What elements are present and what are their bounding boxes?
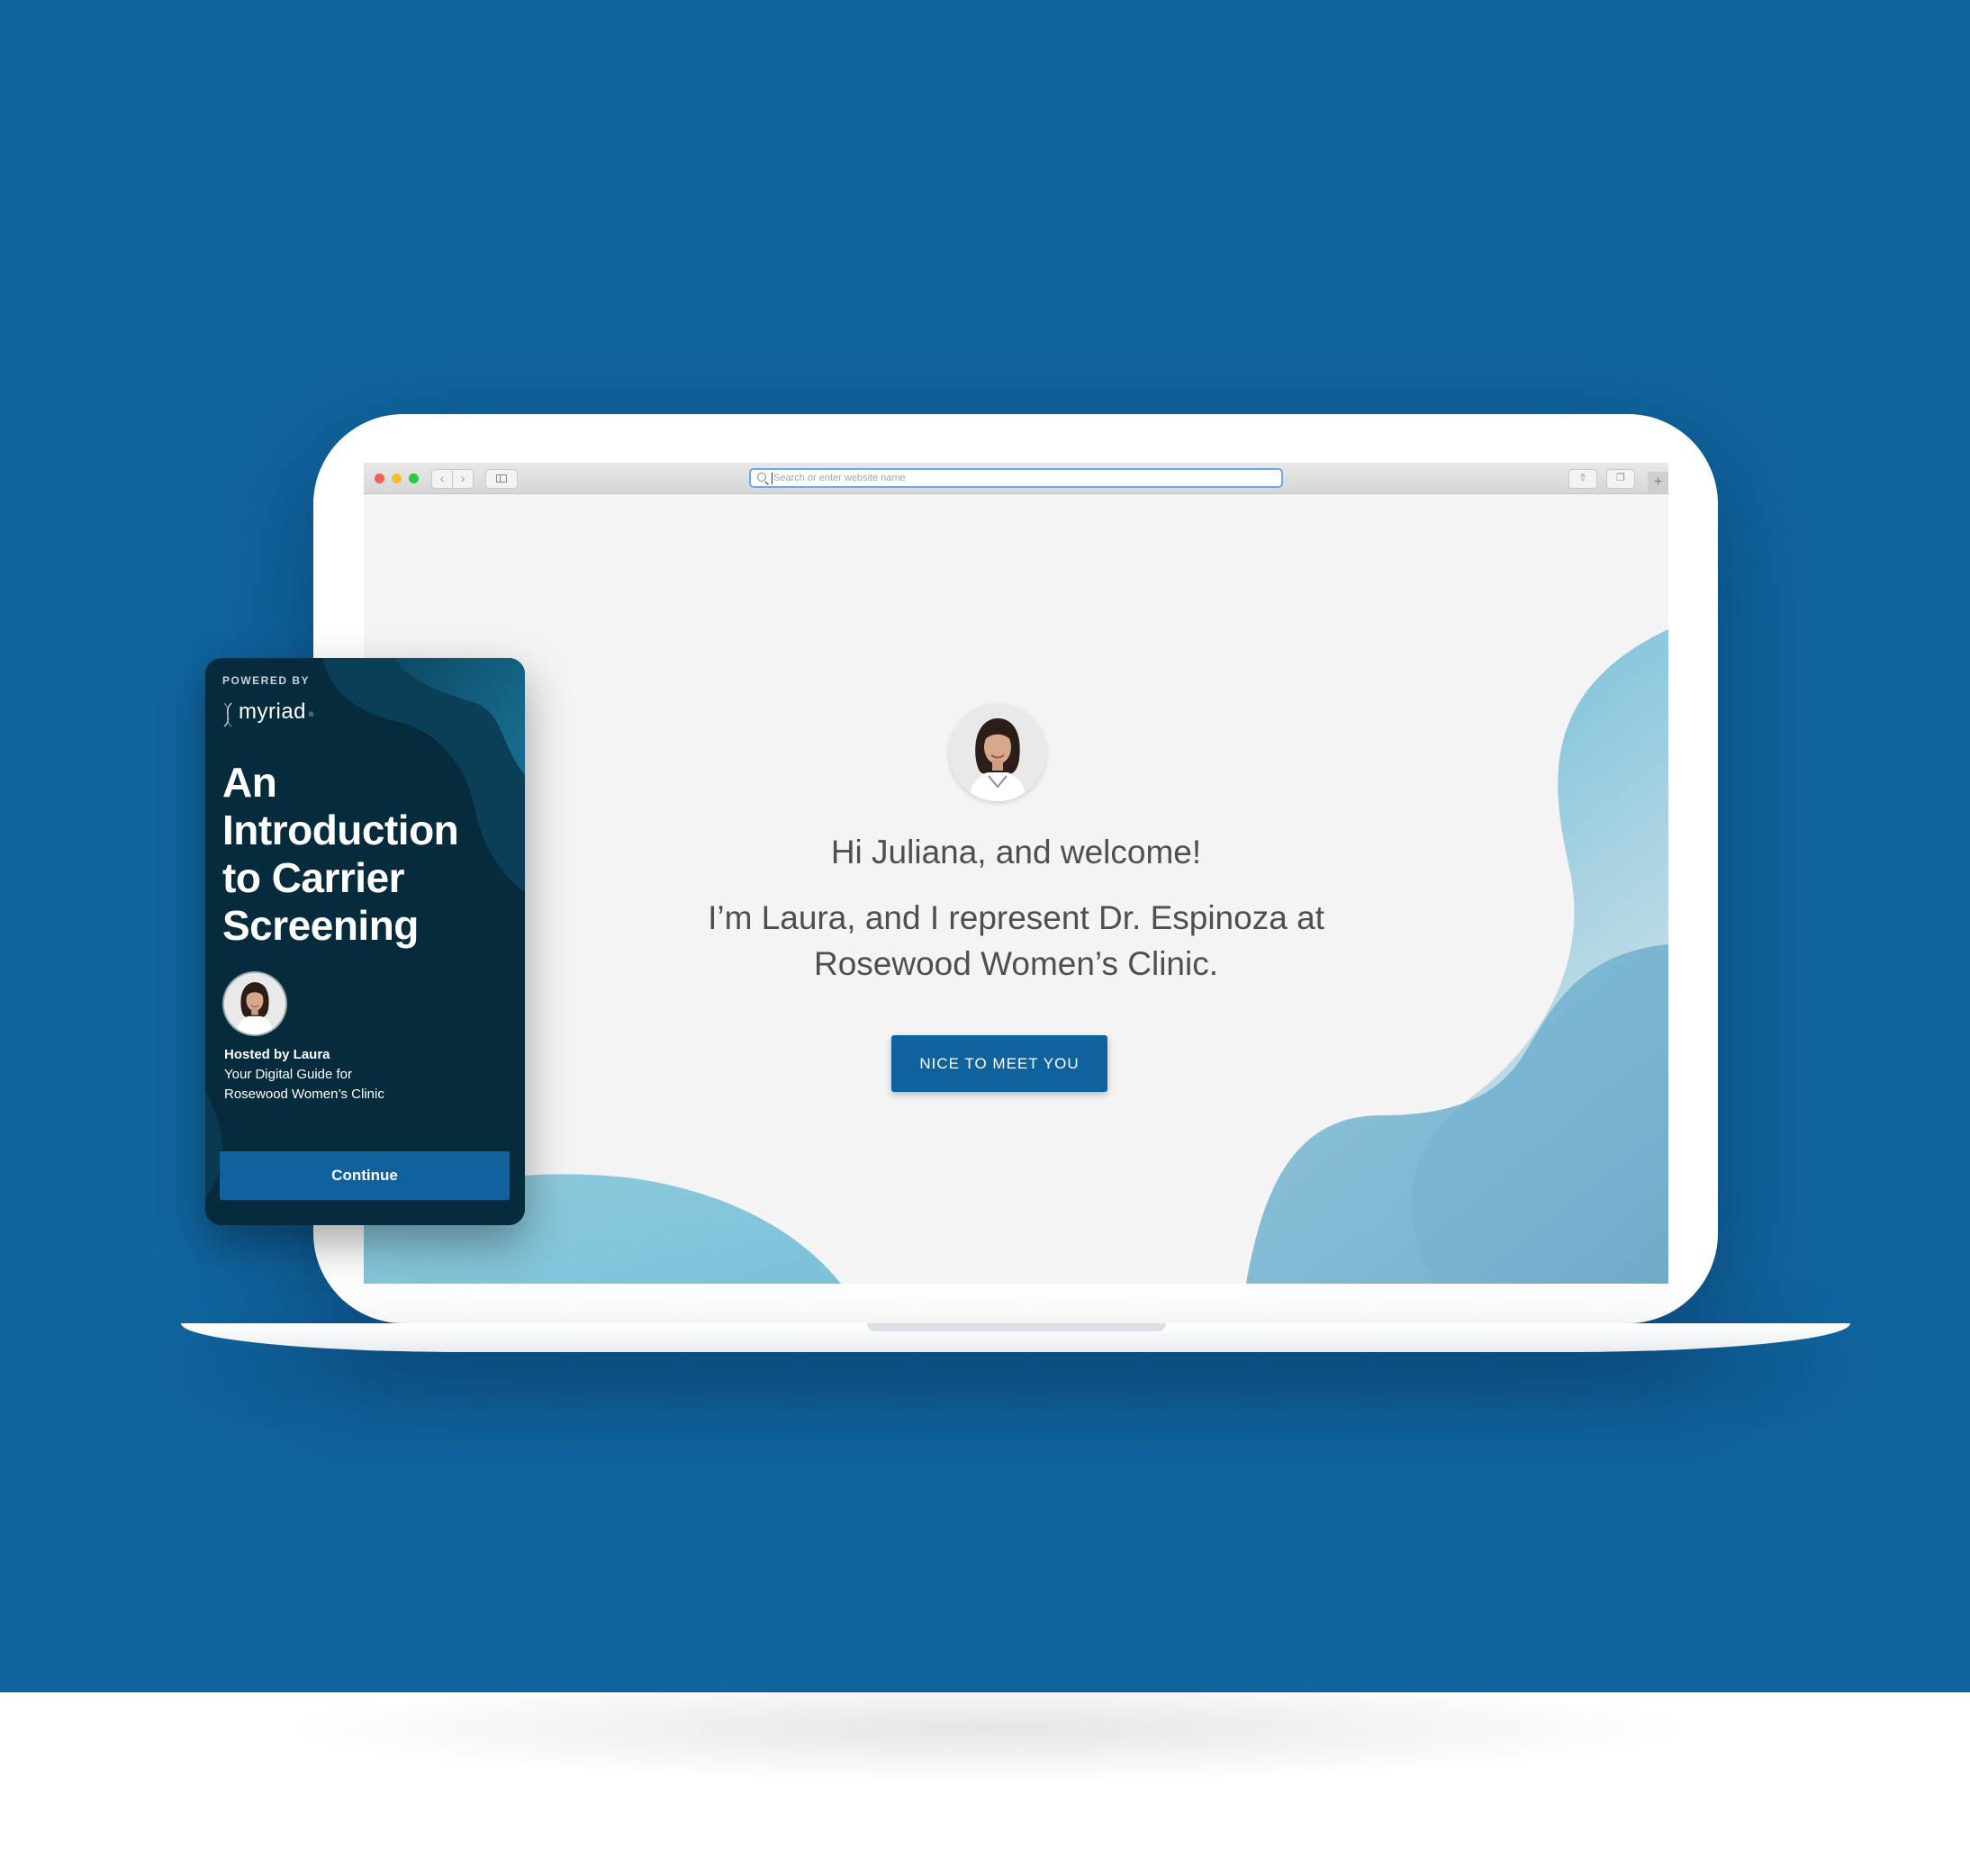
nice-to-meet-you-button[interactable]: NICE TO MEET YOU: [891, 1035, 1107, 1092]
host-info: Hosted by Laura Your Digital Guide for R…: [224, 1045, 384, 1105]
continue-button[interactable]: Continue: [220, 1151, 510, 1200]
helix-icon: [223, 702, 232, 727]
card-title-line-2: Introduction: [222, 807, 459, 853]
brand-name: myriad: [239, 699, 307, 724]
mobile-intro-card: POWERED BY myriad ® An Introduction to C…: [205, 658, 525, 1225]
intro-line-2: Rosewood Women’s Clinic.: [814, 945, 1218, 982]
registered-mark: ®: [309, 712, 314, 718]
floor-shadow: [270, 1674, 1702, 1782]
card-title: An Introduction to Carrier Screening: [222, 759, 511, 950]
laptop-notch: [867, 1323, 1166, 1331]
welcome-panel: Hi Juliana, and welcome! I’m Laura, and …: [364, 463, 1668, 1284]
host-portrait: [949, 704, 1046, 801]
host-role-line-1: Your Digital Guide for: [224, 1067, 353, 1082]
powered-by-label: POWERED BY: [222, 674, 311, 687]
host-portrait-small: [224, 973, 285, 1034]
greeting-text: Hi Juliana, and welcome!: [830, 834, 1202, 870]
host-name: Hosted by Laura: [224, 1047, 330, 1062]
card-title-line-4: Screening: [222, 902, 419, 949]
intro-line-1: I’m Laura, and I represent Dr. Espinoza …: [708, 899, 1324, 936]
card-title-line-1: An: [222, 759, 277, 806]
host-avatar-large: [949, 704, 1046, 801]
host-role-line-2: Rosewood Women’s Clinic: [224, 1087, 384, 1102]
intro-text: I’m Laura, and I represent Dr. Espinoza …: [364, 895, 1668, 987]
host-avatar-small: [224, 973, 285, 1034]
browser-window: ‹ › ⇧ ❐ +: [364, 463, 1668, 1284]
card-title-line-3: to Carrier: [222, 854, 405, 901]
